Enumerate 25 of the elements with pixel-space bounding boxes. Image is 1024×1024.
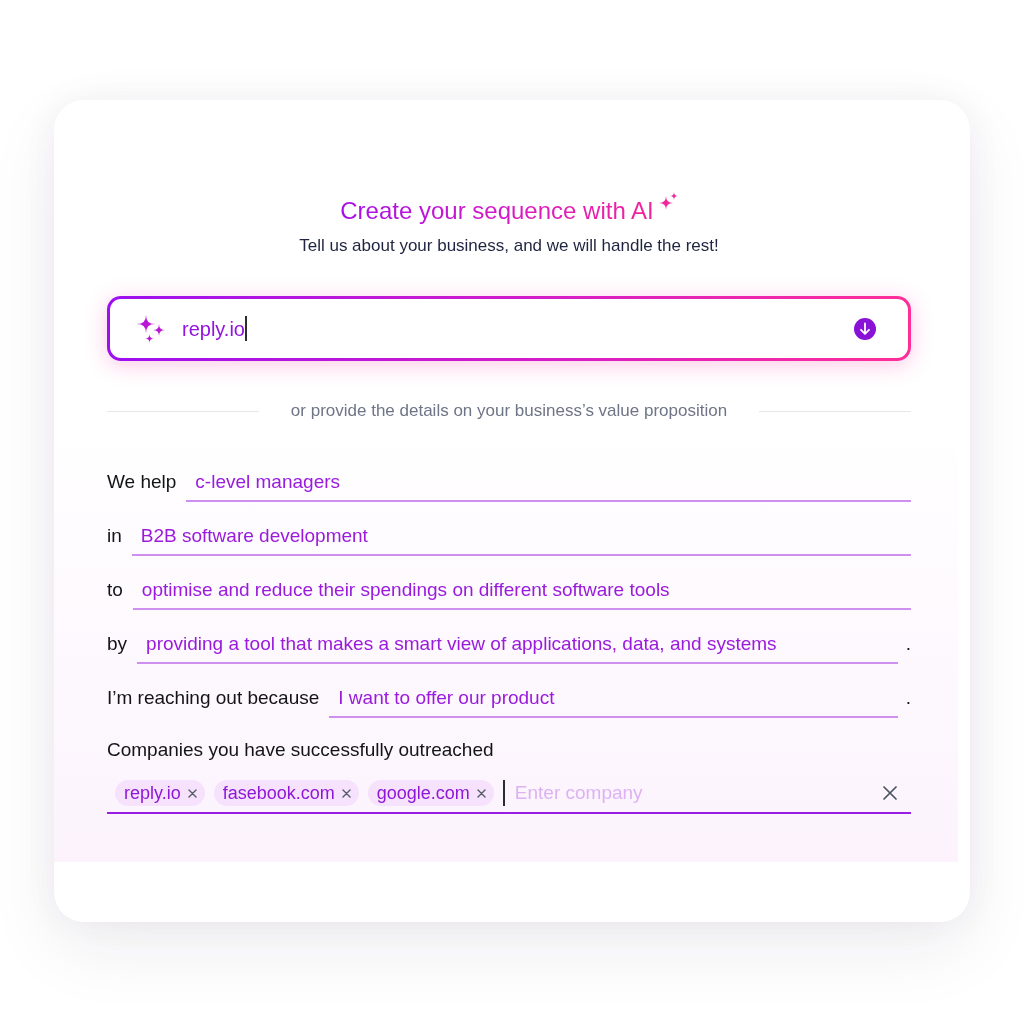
prompt-field[interactable]: reply.io <box>107 296 911 361</box>
field-label: We help <box>107 470 177 494</box>
close-icon[interactable] <box>187 788 197 798</box>
company-tag[interactable]: google.com <box>367 780 494 806</box>
close-icon[interactable] <box>476 788 486 798</box>
company-input[interactable]: Enter company <box>513 780 874 806</box>
field-label: by <box>107 632 128 656</box>
sentence-end: . <box>905 632 911 656</box>
field-label: I’m reaching out because <box>107 686 320 710</box>
company-tag[interactable]: fasebook.com <box>213 780 359 806</box>
divider-text: or provide the details on your business’s value proposition <box>290 400 728 422</box>
field-label: in <box>107 524 122 548</box>
input-field[interactable]: providing a tool that makes a smart view of applications, data, and systems <box>137 632 898 664</box>
close-icon[interactable] <box>341 788 351 798</box>
input-field[interactable]: I want to offer our product <box>329 686 898 718</box>
company-tag[interactable]: reply.io <box>115 780 205 806</box>
section-label: Companies you have successfully outreached <box>107 738 494 762</box>
subtitle: Tell us about your business, and we will handle the rest! <box>299 235 719 257</box>
input-field[interactable]: c-level managers <box>186 470 911 502</box>
field-label: to <box>107 578 123 602</box>
input-field[interactable]: optimise and reduce their spendings on different software tools <box>132 578 911 610</box>
input-field[interactable]: B2B software development <box>131 524 911 556</box>
close-icon[interactable] <box>883 786 897 800</box>
arrow-down-icon[interactable] <box>854 317 876 340</box>
sentence-end: . <box>905 686 911 710</box>
